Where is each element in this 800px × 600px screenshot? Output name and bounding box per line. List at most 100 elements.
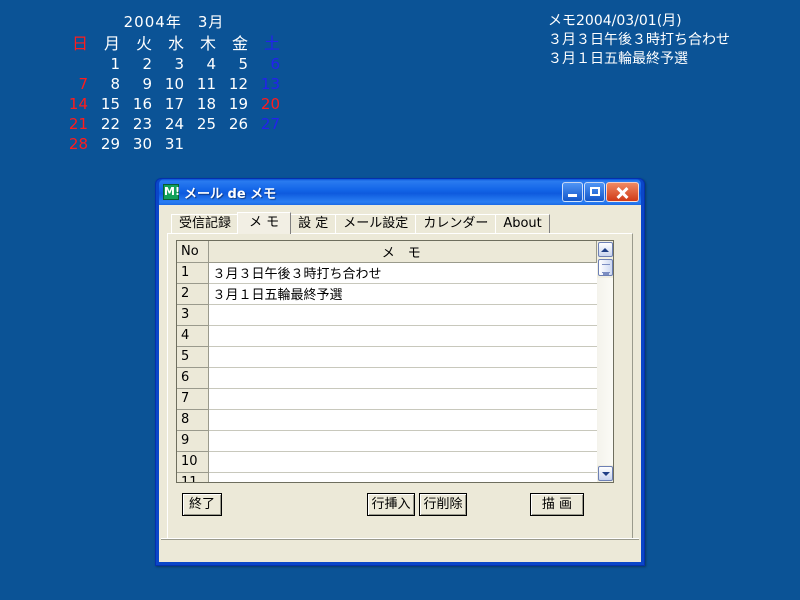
row-number-cell[interactable]: 1 (177, 262, 209, 284)
tab-about[interactable]: About (495, 214, 550, 233)
tab-settings[interactable]: 設 定 (290, 214, 337, 233)
calendar-day-10: 10 (164, 75, 184, 93)
memo-cell[interactable] (208, 472, 597, 482)
calendar-day-9: 9 (142, 75, 152, 93)
table-row[interactable]: 7 (177, 388, 597, 410)
calendar-day-21: 21 (68, 115, 88, 133)
app-window: M! メール de メモ 受信記録 メ モ 設 定 メール設定 カレンダー Ab… (155, 178, 645, 566)
row-number-cell[interactable]: 8 (177, 409, 209, 431)
insert-row-button[interactable]: 行挿入 (367, 493, 415, 516)
table-row[interactable]: 6 (177, 367, 597, 389)
calendar-day-16: 16 (132, 95, 152, 113)
row-number-cell[interactable]: 4 (177, 325, 209, 347)
tab-calendar[interactable]: カレンダー (415, 214, 497, 233)
table-row[interactable]: 9 (177, 430, 597, 452)
row-number-cell[interactable]: 5 (177, 346, 209, 368)
maximize-icon (590, 187, 600, 196)
minimize-icon (568, 194, 577, 197)
calendar-day-12: 12 (228, 75, 248, 93)
memo-cell[interactable] (208, 409, 597, 431)
row-number-cell[interactable]: 7 (177, 388, 209, 410)
desktop-memo-line: ３月３日午後３時打ち合わせ (548, 32, 730, 48)
memo-cell[interactable]: ３月３日午後３時打ち合わせ (208, 262, 597, 284)
maximize-button[interactable] (584, 182, 605, 202)
calendar-weekday-header-row: 日 月 火 水 木 金 土 (60, 34, 288, 54)
calendar-day-empty (188, 134, 220, 154)
calendar-day-grid: 1 2 3 4 5 6 7 8 9 10 11 12 13 14 15 16 17 18 19 20 21 22 23 24 2… (60, 54, 288, 154)
calendar-day-17: 17 (164, 95, 184, 113)
memo-cell[interactable] (208, 367, 597, 389)
table-row[interactable]: 8 (177, 409, 597, 431)
scroll-down-button[interactable] (598, 466, 613, 481)
desktop-memo-overlay: メモ2004/03/01(月) ３月３日午後３時打ち合わせ ３月１日五輪最終予選 (548, 12, 730, 69)
calendar-day-empty (60, 54, 92, 74)
calendar-day-8: 8 (110, 75, 120, 93)
calendar-weekday-fri: 金 (231, 34, 248, 53)
grid-vertical-scrollbar[interactable] (597, 240, 614, 483)
table-row[interactable]: 5 (177, 346, 597, 368)
delete-row-button[interactable]: 行削除 (419, 493, 467, 516)
column-header-no[interactable]: No (177, 241, 209, 263)
memo-grid[interactable]: No メ モ 1 ３月３日午後３時打ち合わせ 2 ３月１日五輪最終予選 3 4 5 6 7 8 9 1… (177, 241, 597, 482)
scrollbar-thumb[interactable] (597, 259, 613, 276)
calendar-weekday-tue: 火 (135, 34, 152, 53)
row-number-cell[interactable]: 10 (177, 451, 209, 473)
memo-cell[interactable] (208, 346, 597, 368)
calendar-day-14: 14 (68, 95, 88, 113)
table-row[interactable]: 11 (177, 472, 597, 482)
desktop-memo-line: ３月１日五輪最終予選 (548, 51, 688, 67)
row-number-cell[interactable]: 3 (177, 304, 209, 326)
memo-cell[interactable] (208, 430, 597, 452)
close-button[interactable] (606, 182, 639, 202)
calendar-day-26: 26 (228, 115, 248, 133)
tab-memo[interactable]: メ モ (237, 212, 292, 234)
calendar-day-3: 3 (174, 55, 184, 73)
scrollbar-track[interactable] (597, 278, 613, 465)
calendar-weekday-thu: 木 (199, 34, 216, 53)
calendar-title: 2004年 3月 (123, 13, 225, 31)
calendar-day-19: 19 (228, 95, 248, 113)
calendar-day-20: 20 (260, 95, 280, 113)
scroll-up-button[interactable] (597, 242, 613, 257)
tab-panel-memo: No メ モ 1 ３月３日午後３時打ち合わせ 2 ３月１日五輪最終予選 3 4 5 6 7 8 9 1… (167, 233, 633, 541)
row-number-cell[interactable]: 11 (177, 472, 209, 482)
calendar-weekday-wed: 水 (167, 34, 184, 53)
tab-strip: 受信記録 メ モ 設 定 メール設定 カレンダー About (167, 212, 633, 234)
calendar-day-30: 30 (132, 135, 152, 153)
memo-grid-container[interactable]: No メ モ 1 ３月３日午後３時打ち合わせ 2 ３月１日五輪最終予選 3 4 5 6 7 8 9 1… (176, 240, 597, 483)
table-row[interactable]: 2 ３月１日五輪最終予選 (177, 283, 597, 305)
memo-cell[interactable]: ３月１日五輪最終予選 (208, 283, 597, 305)
row-number-cell[interactable]: 2 (177, 283, 209, 305)
draw-button[interactable]: 描 画 (530, 493, 584, 516)
exit-button[interactable]: 終了 (182, 493, 222, 516)
memo-cell[interactable] (208, 325, 597, 347)
calendar-day-25: 25 (196, 115, 216, 133)
calendar-day-6: 6 (270, 55, 280, 73)
table-row[interactable]: 3 (177, 304, 597, 326)
calendar-day-22: 22 (100, 115, 120, 133)
calendar-day-27: 27 (260, 115, 280, 133)
calendar-day-23: 23 (132, 115, 152, 133)
window-title-bar[interactable]: M! メール de メモ (159, 179, 641, 205)
memo-cell[interactable] (208, 388, 597, 410)
row-number-cell[interactable]: 6 (177, 367, 209, 389)
tab-received-log[interactable]: 受信記録 (171, 214, 240, 233)
desktop-calendar: 2004年 3月 日 月 火 水 木 金 土 1 2 3 4 5 6 7 8 9 10 11 12 13… (60, 12, 288, 154)
row-number-cell[interactable]: 9 (177, 430, 209, 452)
calendar-day-empty (252, 134, 284, 154)
calendar-day-31: 31 (164, 135, 184, 153)
table-row[interactable]: 4 (177, 325, 597, 347)
column-header-memo[interactable]: メ モ (208, 241, 597, 263)
calendar-day-24: 24 (164, 115, 184, 133)
minimize-button[interactable] (562, 182, 583, 202)
calendar-day-29: 29 (100, 135, 120, 153)
memo-cell[interactable] (208, 451, 597, 473)
calendar-day-1: 1 (110, 55, 120, 73)
tab-mail-settings[interactable]: メール設定 (335, 214, 417, 233)
memo-cell[interactable] (208, 304, 597, 326)
table-row[interactable]: 10 (177, 451, 597, 473)
table-header-row: No メ モ (177, 241, 597, 263)
window-client-area: 受信記録 メ モ 設 定 メール設定 カレンダー About No メ モ 1３… (159, 205, 641, 562)
chevron-down-icon (601, 471, 610, 476)
table-row[interactable]: 1 ３月３日午後３時打ち合わせ (177, 262, 597, 284)
